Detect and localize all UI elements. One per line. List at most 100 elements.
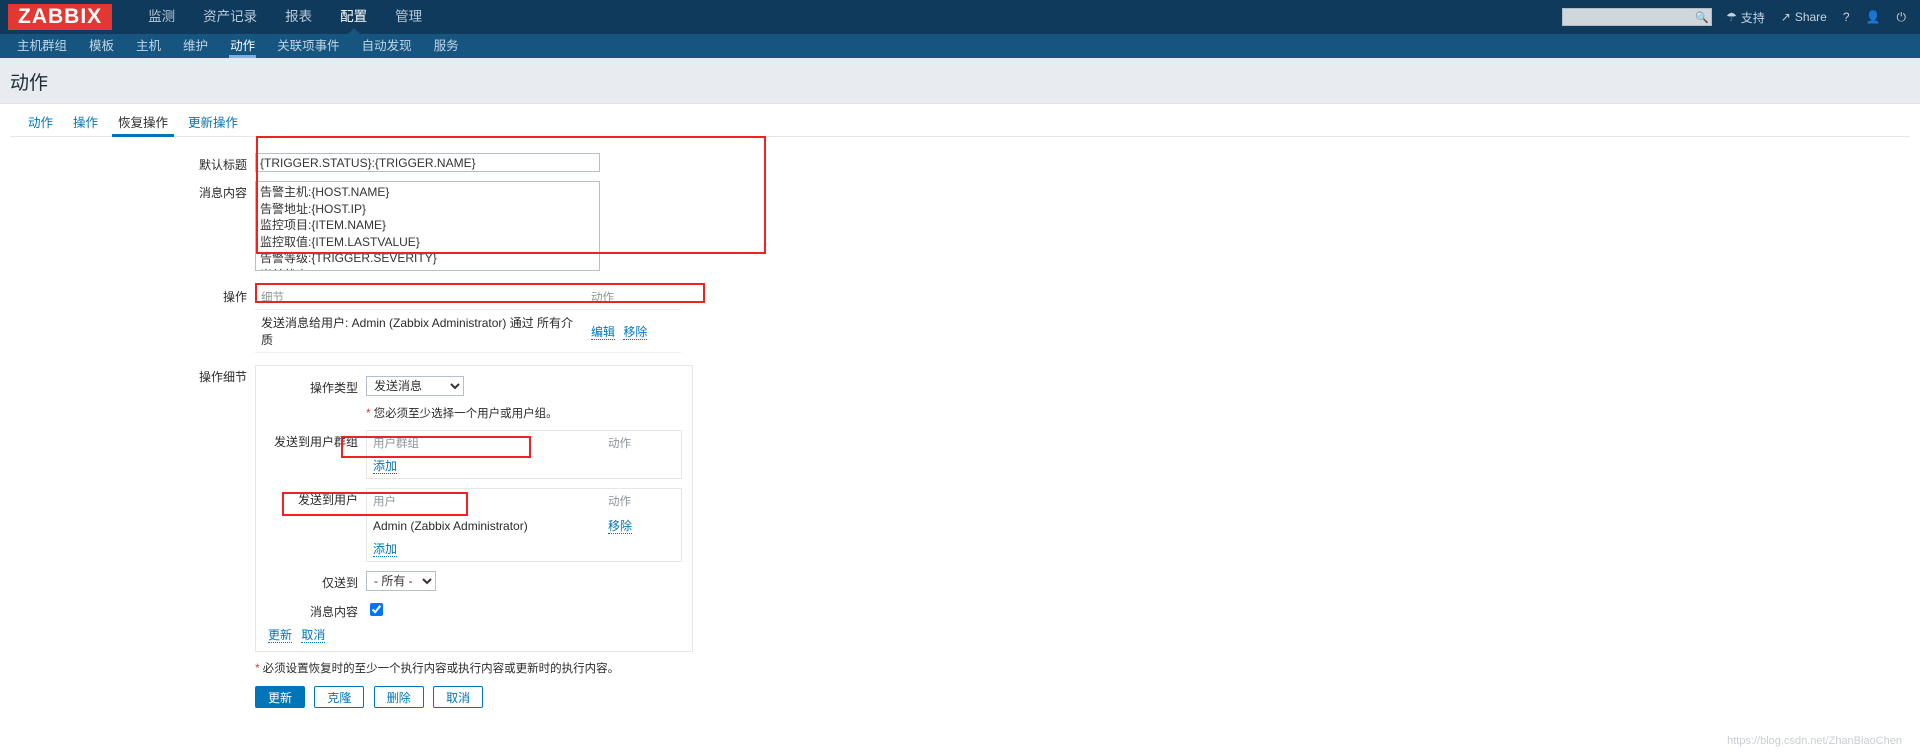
nav-item-inventory[interactable]: 资产记录 bbox=[189, 0, 271, 34]
users-box: 用户 动作 Admin (Zabbix Administrator) 移除 添加 bbox=[366, 488, 682, 562]
operations-table-header: 细节 动作 bbox=[255, 285, 681, 310]
subnav-item-maintenance[interactable]: 维护 bbox=[172, 34, 219, 58]
bottom-required-asterisk: * bbox=[255, 661, 260, 675]
operation-update-link[interactable]: 更新 bbox=[268, 628, 293, 643]
page-header: 动作 bbox=[0, 58, 1920, 104]
tab-update-operations[interactable]: 更新操作 bbox=[178, 112, 248, 136]
nav-item-configuration[interactable]: 配置 bbox=[326, 0, 381, 35]
send-only-to-row: 仅送到 - 所有 - bbox=[266, 571, 682, 591]
operation-edit-link[interactable]: 编辑 bbox=[591, 324, 616, 340]
buttons-spacer bbox=[10, 686, 255, 689]
nav-item-monitoring[interactable]: 监测 bbox=[134, 0, 189, 34]
default-subject-input[interactable] bbox=[255, 153, 600, 172]
bottom-hint: * 必须设置恢复时的至少一个执行内容或执行内容或更新时的执行内容。 bbox=[255, 660, 619, 676]
users-table: 用户 动作 Admin (Zabbix Administrator) 移除 添加 bbox=[367, 489, 681, 561]
usergroups-box: 用户群组 动作 添加 bbox=[366, 430, 682, 479]
operation-required-hint: * 您必须至少选择一个用户或用户组。 bbox=[366, 405, 558, 421]
send-to-users-row: 发送到用户 用户 动作 Admin (Zabbix Administrator)… bbox=[266, 488, 682, 562]
col-usergroup-action: 动作 bbox=[608, 438, 631, 450]
signout-link[interactable]: ⏻ bbox=[1897, 11, 1907, 23]
send-only-to-select[interactable]: - 所有 - bbox=[366, 571, 436, 591]
form-buttons-row: 更新 克隆 删除 取消 bbox=[10, 686, 1910, 708]
user-add-link[interactable]: 添加 bbox=[373, 542, 398, 557]
operation-type-row: 操作类型 发送消息 bbox=[266, 376, 682, 396]
operation-details-panel: 操作类型 发送消息 * 您必须至少选择一个用户或用户组。 发送到用户群组 用户群… bbox=[255, 365, 693, 652]
users-table-header: 用户 动作 bbox=[367, 489, 681, 513]
search-icon[interactable]: 🔍 bbox=[1695, 11, 1709, 24]
sub-navigation: 主机群组 模板 主机 维护 动作 关联项事件 自动发现 服务 bbox=[0, 34, 1920, 58]
update-button[interactable]: 更新 bbox=[255, 686, 306, 708]
operation-required-hint-row: * 您必须至少选择一个用户或用户组。 bbox=[266, 405, 682, 421]
list-item: Admin (Zabbix Administrator) 移除 bbox=[367, 513, 681, 538]
operation-details-cell: 发送消息给用户: Admin (Zabbix Administrator) 通过… bbox=[255, 309, 585, 353]
header-right-tools: 🔍 ☂ 支持 ↗ Share ? 👤 ⏻ bbox=[1561, 0, 1912, 34]
send-to-users-label: 发送到用户 bbox=[297, 493, 358, 507]
subnav-item-templates[interactable]: 模板 bbox=[78, 34, 125, 58]
custom-message-label: 消息内容 bbox=[309, 605, 358, 619]
operation-cancel-link[interactable]: 取消 bbox=[301, 628, 326, 643]
subnav-item-hosts[interactable]: 主机 bbox=[125, 34, 172, 58]
subnav-item-event-correlation[interactable]: 关联项事件 bbox=[266, 34, 351, 58]
operation-remove-link[interactable]: 移除 bbox=[623, 324, 648, 340]
required-asterisk: * bbox=[366, 406, 371, 420]
default-subject-row: 默认标题 bbox=[10, 153, 1910, 173]
users-add-cell: 添加 bbox=[367, 538, 681, 561]
operations-label: 操作 bbox=[222, 290, 247, 304]
usergroups-table-header: 用户群组 动作 bbox=[367, 431, 681, 455]
tab-action[interactable]: 动作 bbox=[18, 112, 63, 136]
cancel-button[interactable]: 取消 bbox=[433, 686, 484, 708]
user-name-cell: Admin (Zabbix Administrator) bbox=[373, 518, 528, 533]
global-search[interactable]: 🔍 bbox=[1561, 8, 1712, 26]
bottom-hint-row: * 必须设置恢复时的至少一个执行内容或执行内容或更新时的执行内容。 bbox=[10, 660, 1910, 676]
message-textarea[interactable]: 告警主机:{HOST.NAME} 告警地址:{HOST.IP} 监控项目:{IT… bbox=[255, 181, 600, 271]
search-input[interactable] bbox=[1566, 10, 1695, 24]
share-label: Share bbox=[1794, 10, 1827, 24]
top-header: ZABBIX 监测 资产记录 报表 配置 管理 🔍 ☂ 支持 ↗ Share ?… bbox=[0, 0, 1920, 35]
operation-details-label: 操作细节 bbox=[198, 370, 247, 384]
operation-panel-links: 更新 取消 bbox=[266, 626, 682, 643]
zabbix-logo[interactable]: ZABBIX bbox=[8, 4, 113, 30]
content-card: 动作 操作 恢复操作 更新操作 默认标题 消息内容 告警主机:{HOST.NAM… bbox=[10, 111, 1910, 751]
usergroups-add-cell: 添加 bbox=[367, 455, 681, 478]
tab-recovery-operations[interactable]: 恢复操作 bbox=[108, 112, 178, 137]
operations-row: 操作 细节 动作 发送消息给用户: Admin (Zabbix Administ… bbox=[10, 285, 1910, 353]
custom-message-row: 消息内容 bbox=[266, 600, 682, 620]
delete-button[interactable]: 删除 bbox=[373, 686, 424, 708]
user-action-cell: 移除 bbox=[602, 513, 681, 538]
table-row: 发送消息给用户: Admin (Zabbix Administrator) 通过… bbox=[255, 309, 681, 353]
usergroup-add-link[interactable]: 添加 bbox=[373, 459, 398, 474]
col-user-action: 动作 bbox=[608, 496, 631, 508]
user-remove-link[interactable]: 移除 bbox=[608, 519, 633, 534]
custom-message-checkbox[interactable] bbox=[370, 603, 383, 616]
col-action: 动作 bbox=[585, 285, 681, 310]
operations-table-wrap: 细节 动作 发送消息给用户: Admin (Zabbix Administrat… bbox=[255, 285, 681, 353]
subnav-item-host-groups[interactable]: 主机群组 bbox=[6, 34, 78, 58]
share-link[interactable]: ↗ Share bbox=[1781, 10, 1827, 24]
clone-button[interactable]: 克隆 bbox=[314, 686, 365, 708]
send-only-to-label: 仅送到 bbox=[321, 576, 358, 590]
operation-action-cell: 编辑 移除 bbox=[585, 309, 681, 353]
help-label: ? bbox=[1842, 10, 1850, 24]
form-tabs: 动作 操作 恢复操作 更新操作 bbox=[10, 111, 1910, 137]
user-profile-link[interactable]: 👤 bbox=[1866, 11, 1881, 23]
send-to-usergroups-label: 发送到用户群组 bbox=[273, 435, 358, 449]
nav-item-administration[interactable]: 管理 bbox=[381, 0, 436, 34]
operation-type-select[interactable]: 发送消息 bbox=[366, 376, 464, 396]
tab-operations[interactable]: 操作 bbox=[63, 112, 108, 136]
bottom-hint-text: 必须设置恢复时的至少一个执行内容或执行内容或更新时的执行内容。 bbox=[262, 663, 620, 675]
support-link[interactable]: ☂ 支持 bbox=[1726, 9, 1765, 26]
subnav-item-discovery[interactable]: 自动发现 bbox=[351, 34, 423, 58]
message-label: 消息内容 bbox=[198, 186, 247, 200]
message-row: 消息内容 告警主机:{HOST.NAME} 告警地址:{HOST.IP} 监控项… bbox=[10, 181, 1910, 271]
send-to-usergroups-row: 发送到用户群组 用户群组 动作 添加 bbox=[266, 430, 682, 479]
operation-details-row: 操作细节 操作类型 发送消息 * 您必须至少选择一个用户或用户组。 发送到用户群… bbox=[10, 365, 1910, 652]
headset-icon: ☂ bbox=[1725, 10, 1737, 24]
users-add-row: 添加 bbox=[367, 538, 681, 561]
nav-item-reports[interactable]: 报表 bbox=[271, 0, 326, 34]
usergroups-add-row: 添加 bbox=[367, 455, 681, 478]
help-link[interactable]: ? bbox=[1843, 10, 1850, 24]
support-label: 支持 bbox=[1740, 10, 1765, 25]
subnav-item-actions[interactable]: 动作 bbox=[219, 34, 266, 58]
watermark: https://blog.csdn.net/ZhanBiaoChen bbox=[1727, 735, 1902, 747]
subnav-item-services[interactable]: 服务 bbox=[423, 34, 470, 58]
